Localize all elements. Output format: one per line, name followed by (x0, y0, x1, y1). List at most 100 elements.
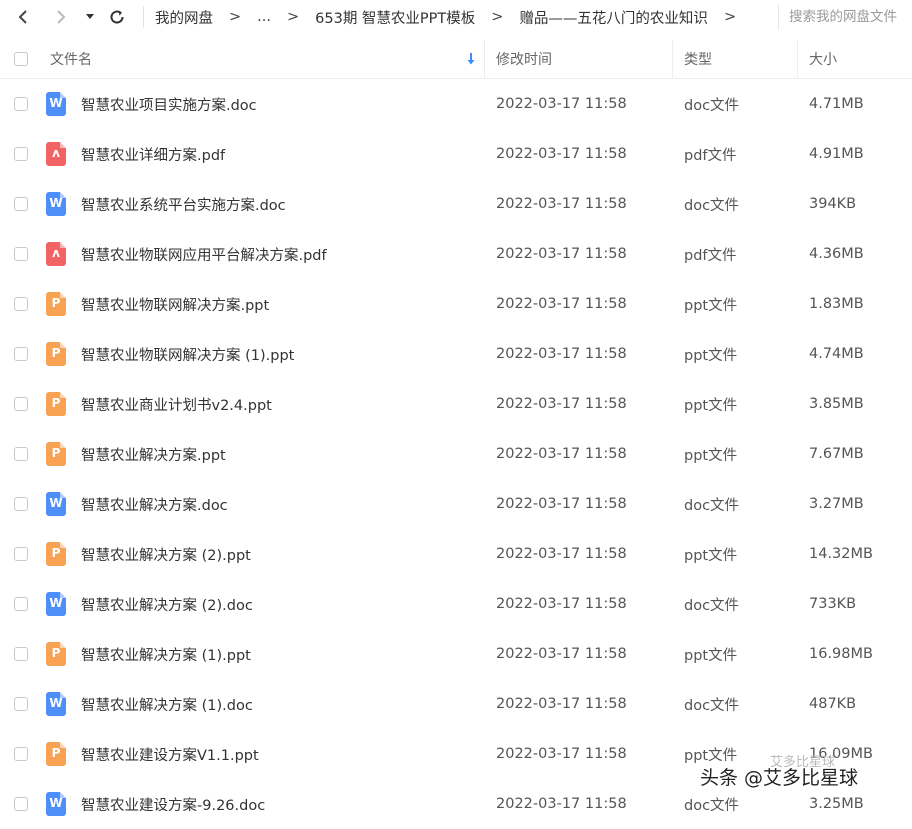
file-row-checkbox[interactable] (14, 797, 28, 811)
doc-file-icon: W (46, 192, 66, 216)
file-name[interactable]: 智慧农业物联网解决方案.ppt (81, 294, 269, 315)
breadcrumb-item-current[interactable]: 赠品——五花八门的农业知识 (519, 7, 708, 28)
file-row-checkbox[interactable] (14, 447, 28, 461)
file-size: 394KB (809, 196, 857, 212)
file-size: 4.74MB (809, 346, 864, 362)
breadcrumb-item-parent[interactable]: 653期 智慧农业PPT模板 (315, 7, 475, 28)
file-row[interactable]: P 智慧农业解决方案.ppt 2022-03-17 11:58 ppt文件 7.67MB (0, 429, 912, 479)
file-modified-time: 2022-03-17 11:58 (496, 296, 627, 312)
file-type: pdf文件 (684, 247, 737, 264)
file-name[interactable]: 智慧农业解决方案 (1).ppt (81, 644, 251, 665)
file-row-checkbox[interactable] (14, 347, 28, 361)
file-modified-time: 2022-03-17 11:58 (496, 746, 627, 762)
doc-file-icon: W (46, 592, 66, 616)
column-header-size[interactable]: 大小 (809, 40, 837, 78)
column-divider (672, 40, 673, 78)
breadcrumb-separator: > (723, 9, 737, 25)
file-modified-time: 2022-03-17 11:58 (496, 146, 627, 162)
file-row[interactable]: P 智慧农业解决方案 (2).ppt 2022-03-17 11:58 ppt文件 14… (0, 529, 912, 579)
file-row-checkbox[interactable] (14, 647, 28, 661)
breadcrumb-item-ellipsis[interactable]: ... (257, 9, 271, 25)
history-dropdown-button[interactable] (80, 4, 100, 30)
ppt-file-icon: P (46, 542, 66, 566)
file-row-checkbox[interactable] (14, 147, 28, 161)
file-row-checkbox-cell (14, 529, 28, 579)
column-header-size-label: 大小 (809, 52, 837, 68)
column-header-modified[interactable]: 修改时间 (496, 40, 552, 78)
file-row-checkbox[interactable] (14, 747, 28, 761)
file-row-checkbox[interactable] (14, 197, 28, 211)
select-all-checkbox[interactable] (14, 52, 28, 66)
column-header-type[interactable]: 类型 (684, 40, 712, 78)
caret-down-icon (86, 14, 94, 19)
file-row[interactable]: ᴧ 智慧农业物联网应用平台解决方案.pdf 2022-03-17 11:58 pdf文… (0, 229, 912, 279)
file-row-checkbox-cell (14, 279, 28, 329)
toolbar: 我的网盘 > ... > 653期 智慧农业PPT模板 > 赠品——五花八门的农… (0, 0, 912, 34)
file-row[interactable]: W 智慧农业系统平台实施方案.doc 2022-03-17 11:58 doc文件 39… (0, 179, 912, 229)
file-modified-time: 2022-03-17 11:58 (496, 246, 627, 262)
file-name[interactable]: 智慧农业物联网应用平台解决方案.pdf (81, 244, 327, 265)
file-row[interactable]: W 智慧农业项目实施方案.doc 2022-03-17 11:58 doc文件 4.71… (0, 79, 912, 129)
forward-button[interactable] (48, 4, 74, 30)
file-icon-cell: W (46, 579, 66, 629)
sort-down-arrow-icon[interactable] (466, 52, 476, 66)
file-modified-time: 2022-03-17 11:58 (496, 346, 627, 362)
file-name[interactable]: 智慧农业建设方案V1.1.ppt (81, 744, 259, 765)
file-row-checkbox[interactable] (14, 397, 28, 411)
back-button[interactable] (10, 4, 36, 30)
file-row-checkbox-cell (14, 79, 28, 129)
file-row-checkbox[interactable] (14, 547, 28, 561)
file-icon-cell: W (46, 679, 66, 729)
file-name[interactable]: 智慧农业系统平台实施方案.doc (81, 194, 286, 215)
file-name[interactable]: 智慧农业详细方案.pdf (81, 144, 225, 165)
file-row-checkbox[interactable] (14, 497, 28, 511)
doc-file-icon: W (46, 792, 66, 816)
file-row[interactable]: W 智慧农业解决方案.doc 2022-03-17 11:58 doc文件 3.27MB (0, 479, 912, 529)
file-name[interactable]: 智慧农业解决方案 (1).doc (81, 694, 253, 715)
file-name[interactable]: 智慧农业解决方案.doc (81, 494, 228, 515)
file-name[interactable]: 智慧农业物联网解决方案 (1).ppt (81, 344, 294, 365)
search-input[interactable] (787, 8, 912, 26)
file-row-checkbox[interactable] (14, 597, 28, 611)
file-row[interactable]: P 智慧农业物联网解决方案.ppt 2022-03-17 11:58 ppt文件 1.8… (0, 279, 912, 329)
file-row[interactable]: ᴧ 智慧农业详细方案.pdf 2022-03-17 11:58 pdf文件 4.91MB (0, 129, 912, 179)
file-row-checkbox-cell (14, 729, 28, 779)
file-size: 3.25MB (809, 796, 864, 812)
file-row[interactable]: W 智慧农业解决方案 (1).doc 2022-03-17 11:58 doc文件 48… (0, 679, 912, 729)
file-row[interactable]: P 智慧农业解决方案 (1).ppt 2022-03-17 11:58 ppt文件 16… (0, 629, 912, 679)
file-type: doc文件 (684, 697, 740, 714)
file-name[interactable]: 智慧农业商业计划书v2.4.ppt (81, 394, 272, 415)
file-name[interactable]: 智慧农业项目实施方案.doc (81, 94, 257, 115)
file-row-checkbox[interactable] (14, 697, 28, 711)
breadcrumb-item-root[interactable]: 我的网盘 (155, 7, 213, 28)
file-row-checkbox[interactable] (14, 247, 28, 261)
file-row-checkbox[interactable] (14, 297, 28, 311)
file-type: doc文件 (684, 97, 740, 114)
ppt-file-icon: P (46, 442, 66, 466)
file-row[interactable]: P 智慧农业物联网解决方案 (1).ppt 2022-03-17 11:58 ppt文… (0, 329, 912, 379)
file-list-header: 文件名 修改时间 类型 大小 (0, 40, 912, 79)
column-header-name[interactable]: 文件名 (50, 40, 484, 78)
file-row-checkbox-cell (14, 429, 28, 479)
file-row-checkbox-cell (14, 329, 28, 379)
file-row-checkbox-cell (14, 479, 28, 529)
file-row-checkbox[interactable] (14, 97, 28, 111)
file-row[interactable]: P 智慧农业商业计划书v2.4.ppt 2022-03-17 11:58 ppt文件 3… (0, 379, 912, 429)
file-row-checkbox-cell (14, 179, 28, 229)
file-name[interactable]: 智慧农业解决方案 (2).doc (81, 594, 253, 615)
file-icon-cell: W (46, 179, 66, 229)
file-size: 3.85MB (809, 396, 864, 412)
file-row[interactable]: W 智慧农业解决方案 (2).doc 2022-03-17 11:58 doc文件 73… (0, 579, 912, 629)
refresh-icon (110, 10, 124, 24)
file-size: 7.67MB (809, 446, 864, 462)
file-name[interactable]: 智慧农业建设方案-9.26.doc (81, 794, 265, 815)
file-name[interactable]: 智慧农业解决方案.ppt (81, 444, 226, 465)
file-name[interactable]: 智慧农业解决方案 (2).ppt (81, 544, 251, 565)
pdf-file-icon: ᴧ (46, 142, 66, 166)
watermark-ghost-text: 艾多比星球 (770, 755, 836, 770)
refresh-button[interactable] (104, 4, 130, 30)
chevron-left-icon (18, 10, 27, 24)
file-size: 1.83MB (809, 296, 864, 312)
doc-file-icon: W (46, 692, 66, 716)
file-icon-cell: P (46, 629, 66, 679)
